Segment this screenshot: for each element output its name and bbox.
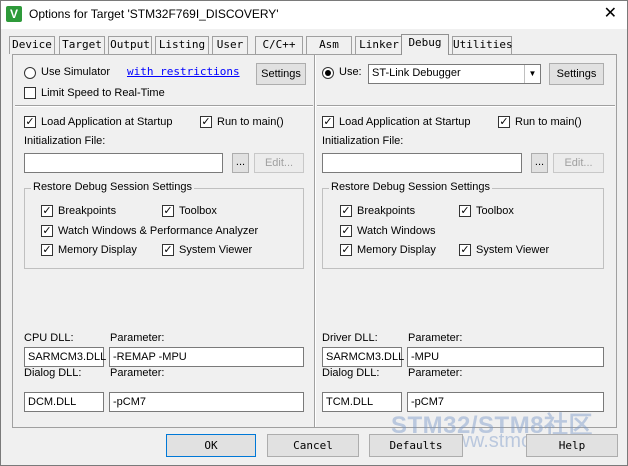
right-load-app-label: Load Application at Startup <box>339 116 471 128</box>
tab-output[interactable]: Output <box>108 36 152 54</box>
tab-linker[interactable]: Linker <box>355 36 403 54</box>
cpu-dll-label: CPU DLL: <box>24 332 74 344</box>
left-browse-button[interactable]: ... <box>232 153 249 173</box>
right-breakpoints-label: Breakpoints <box>357 205 416 217</box>
debugger-settings-button[interactable]: Settings <box>549 63 604 85</box>
tab-c-cpp[interactable]: C/C++ <box>255 36 303 54</box>
right-memory-display-label: Memory Display <box>357 244 436 256</box>
left-init-file-label: Initialization File: <box>24 135 106 147</box>
tab-target[interactable]: Target <box>59 36 105 54</box>
keil-app-icon: V <box>6 6 22 22</box>
right-run-to-main-label: Run to main() <box>515 116 582 128</box>
right-toolbox-label: Toolbox <box>476 205 514 217</box>
left-watch-windows-checkbox[interactable]: ✓ <box>41 225 53 237</box>
left-memory-display-checkbox[interactable]: ✓ <box>41 244 53 256</box>
right-restore-group-title: Restore Debug Session Settings <box>329 181 492 193</box>
use-debugger-radio[interactable] <box>322 67 334 79</box>
left-dialog-param-label: Parameter: <box>110 367 165 379</box>
left-dialog-dll-label: Dialog DLL: <box>24 367 82 379</box>
limit-speed-checkbox[interactable] <box>24 87 36 99</box>
simulator-settings-button[interactable]: Settings <box>256 63 306 85</box>
right-breakpoints-checkbox[interactable]: ✓ <box>340 205 352 217</box>
right-dialog-dll-input[interactable]: TCM.DLL <box>322 392 402 412</box>
tab-user[interactable]: User <box>212 36 248 54</box>
right-browse-button[interactable]: ... <box>531 153 548 173</box>
left-load-app-checkbox[interactable]: ✓ <box>24 116 36 128</box>
debugger-select-value: ST-Link Debugger <box>372 67 461 79</box>
right-memory-display-checkbox[interactable]: ✓ <box>340 244 352 256</box>
right-separator <box>317 105 615 107</box>
debug-panel: Use Simulator with restrictions Settings… <box>12 54 617 428</box>
left-toolbox-label: Toolbox <box>179 205 217 217</box>
left-system-viewer-label: System Viewer <box>179 244 253 256</box>
debugger-select[interactable]: ST-Link Debugger ▼ <box>368 64 541 84</box>
left-system-viewer-checkbox[interactable]: ✓ <box>162 244 174 256</box>
left-restore-group-title: Restore Debug Session Settings <box>31 181 194 193</box>
driver-dll-label: Driver DLL: <box>322 332 378 344</box>
use-simulator-label: Use Simulator <box>41 66 111 78</box>
right-init-file-label: Initialization File: <box>322 135 404 147</box>
title-bar: V Options for Target 'STM32F769I_DISCOVE… <box>1 1 627 29</box>
right-init-file-input[interactable] <box>322 153 522 173</box>
left-edit-button[interactable]: Edit... <box>254 153 304 173</box>
defaults-button[interactable]: Defaults <box>369 434 463 457</box>
right-system-viewer-label: System Viewer <box>476 244 550 256</box>
cpu-param-label: Parameter: <box>110 332 165 344</box>
options-dialog: V Options for Target 'STM32F769I_DISCOVE… <box>0 0 628 466</box>
right-load-app-checkbox[interactable]: ✓ <box>322 116 334 128</box>
help-button[interactable]: Help <box>526 434 618 457</box>
left-init-file-input[interactable] <box>24 153 223 173</box>
left-breakpoints-checkbox[interactable]: ✓ <box>41 205 53 217</box>
right-system-viewer-checkbox[interactable]: ✓ <box>459 244 471 256</box>
cpu-param-input[interactable]: -REMAP -MPU <box>109 347 304 367</box>
close-icon[interactable]: ✕ <box>604 4 617 24</box>
with-restrictions-link[interactable]: with restrictions <box>127 65 240 78</box>
left-run-to-main-label: Run to main() <box>217 116 284 128</box>
cancel-button[interactable]: Cancel <box>267 434 359 457</box>
left-dialog-dll-input[interactable]: DCM.DLL <box>24 392 104 412</box>
tab-listing[interactable]: Listing <box>155 36 209 54</box>
left-dialog-param-input[interactable]: -pCM7 <box>109 392 304 412</box>
chevron-down-icon[interactable]: ▼ <box>524 65 540 83</box>
right-edit-button[interactable]: Edit... <box>553 153 604 173</box>
left-toolbox-checkbox[interactable]: ✓ <box>162 205 174 217</box>
tab-debug[interactable]: Debug <box>401 34 449 55</box>
right-watch-windows-label: Watch Windows <box>357 225 436 237</box>
right-run-to-main-checkbox[interactable]: ✓ <box>498 116 510 128</box>
driver-dll-input[interactable]: SARMCM3.DLL <box>322 347 404 367</box>
right-toolbox-checkbox[interactable]: ✓ <box>459 205 471 217</box>
right-dialog-dll-label: Dialog DLL: <box>322 367 380 379</box>
left-separator <box>15 105 313 107</box>
left-load-app-label: Load Application at Startup <box>41 116 173 128</box>
window-title: Options for Target 'STM32F769I_DISCOVERY… <box>29 7 279 21</box>
tab-device[interactable]: Device <box>9 36 55 54</box>
left-restore-group: Restore Debug Session Settings ✓ Breakpo… <box>24 181 304 269</box>
use-simulator-radio[interactable] <box>24 67 36 79</box>
right-dialog-param-label: Parameter: <box>408 367 463 379</box>
use-label: Use: <box>339 66 362 78</box>
left-watch-windows-label: Watch Windows & Performance Analyzer <box>58 225 259 237</box>
right-watch-windows-checkbox[interactable]: ✓ <box>340 225 352 237</box>
cpu-dll-input[interactable]: SARMCM3.DLL <box>24 347 106 367</box>
column-divider <box>314 55 316 427</box>
left-memory-display-label: Memory Display <box>58 244 137 256</box>
tab-asm[interactable]: Asm <box>306 36 352 54</box>
left-run-to-main-checkbox[interactable]: ✓ <box>200 116 212 128</box>
ok-button[interactable]: OK <box>166 434 256 457</box>
driver-param-input[interactable]: -MPU <box>407 347 604 367</box>
driver-param-label: Parameter: <box>408 332 463 344</box>
tab-utilities[interactable]: Utilities <box>452 36 513 54</box>
right-restore-group: Restore Debug Session Settings ✓ Breakpo… <box>322 181 604 269</box>
left-breakpoints-label: Breakpoints <box>58 205 117 217</box>
limit-speed-label: Limit Speed to Real-Time <box>41 87 165 99</box>
